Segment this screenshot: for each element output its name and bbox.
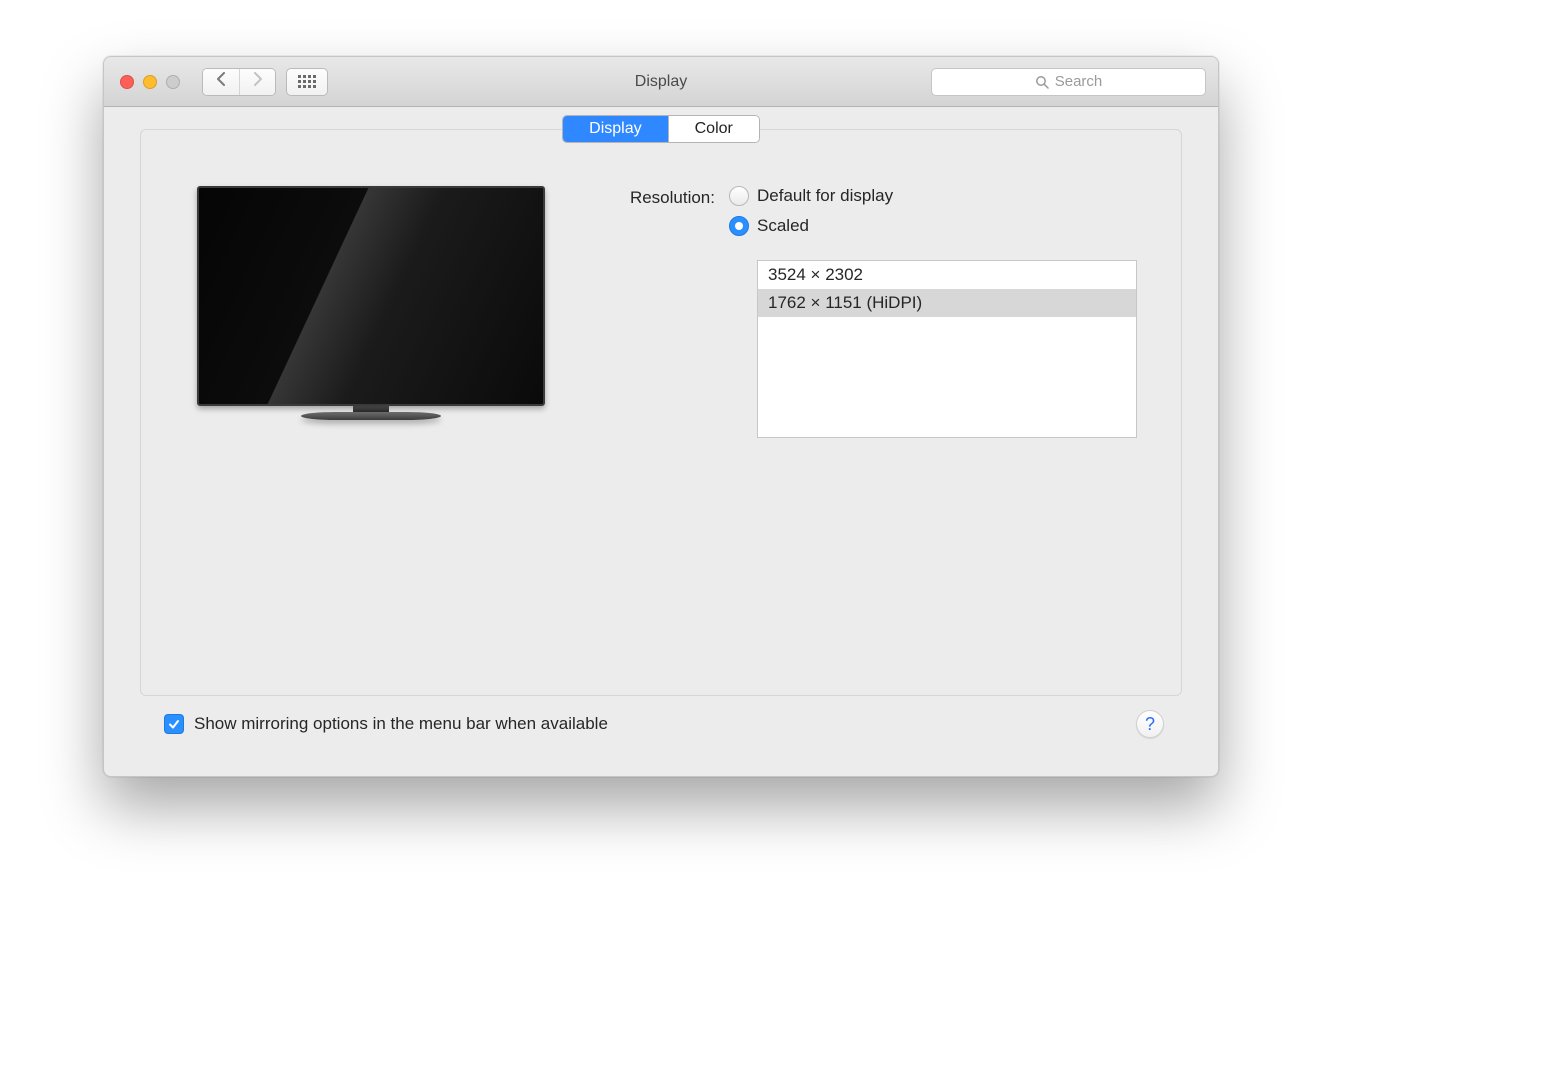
radio-label: Scaled bbox=[757, 216, 809, 236]
help-button[interactable]: ? bbox=[1136, 710, 1164, 738]
chevron-right-icon bbox=[253, 72, 263, 91]
mirroring-checkbox-label: Show mirroring options in the menu bar w… bbox=[194, 714, 608, 734]
resolution-label: Resolution: bbox=[597, 186, 715, 208]
back-button[interactable] bbox=[203, 69, 239, 95]
checkbox-checked-icon bbox=[164, 714, 184, 734]
traffic-lights bbox=[120, 75, 180, 89]
titlebar: Display Search bbox=[104, 57, 1218, 107]
resolution-option[interactable]: 1762 × 1151 (HiDPI) bbox=[758, 289, 1136, 317]
monitor-icon bbox=[197, 186, 545, 406]
radio-scaled[interactable]: Scaled bbox=[729, 216, 1137, 236]
search-field[interactable]: Search bbox=[931, 68, 1206, 96]
mirroring-checkbox-row[interactable]: Show mirroring options in the menu bar w… bbox=[164, 714, 608, 734]
tab-color[interactable]: Color bbox=[668, 116, 759, 142]
zoom-window-button[interactable] bbox=[166, 75, 180, 89]
monitor-illustration bbox=[191, 186, 551, 667]
display-pane: Resolution: Default for display Scaled 3… bbox=[140, 129, 1182, 696]
forward-button[interactable] bbox=[239, 69, 275, 95]
radio-label: Default for display bbox=[757, 186, 893, 206]
nav-group bbox=[202, 68, 276, 96]
resolution-option[interactable]: 3524 × 2302 bbox=[758, 261, 1136, 289]
grid-icon bbox=[298, 75, 316, 88]
search-placeholder: Search bbox=[1055, 73, 1103, 90]
close-window-button[interactable] bbox=[120, 75, 134, 89]
footer: Show mirroring options in the menu bar w… bbox=[140, 696, 1182, 756]
body: Display Color Resolution: Default for di… bbox=[104, 107, 1218, 776]
show-all-button[interactable] bbox=[286, 68, 328, 96]
radio-default-for-display[interactable]: Default for display bbox=[729, 186, 1137, 206]
search-icon bbox=[1035, 75, 1049, 89]
tab-display[interactable]: Display bbox=[563, 116, 667, 142]
minimize-window-button[interactable] bbox=[143, 75, 157, 89]
radio-icon-checked bbox=[729, 216, 749, 236]
preferences-window: Display Search Display Color Resolution: bbox=[103, 56, 1219, 777]
tab-bar: Display Color bbox=[140, 115, 1182, 143]
help-icon: ? bbox=[1145, 714, 1155, 735]
resolution-form: Resolution: Default for display Scaled 3… bbox=[597, 186, 1147, 667]
chevron-left-icon bbox=[216, 72, 226, 91]
radio-icon bbox=[729, 186, 749, 206]
resolution-list[interactable]: 3524 × 2302 1762 × 1151 (HiDPI) bbox=[757, 260, 1137, 438]
